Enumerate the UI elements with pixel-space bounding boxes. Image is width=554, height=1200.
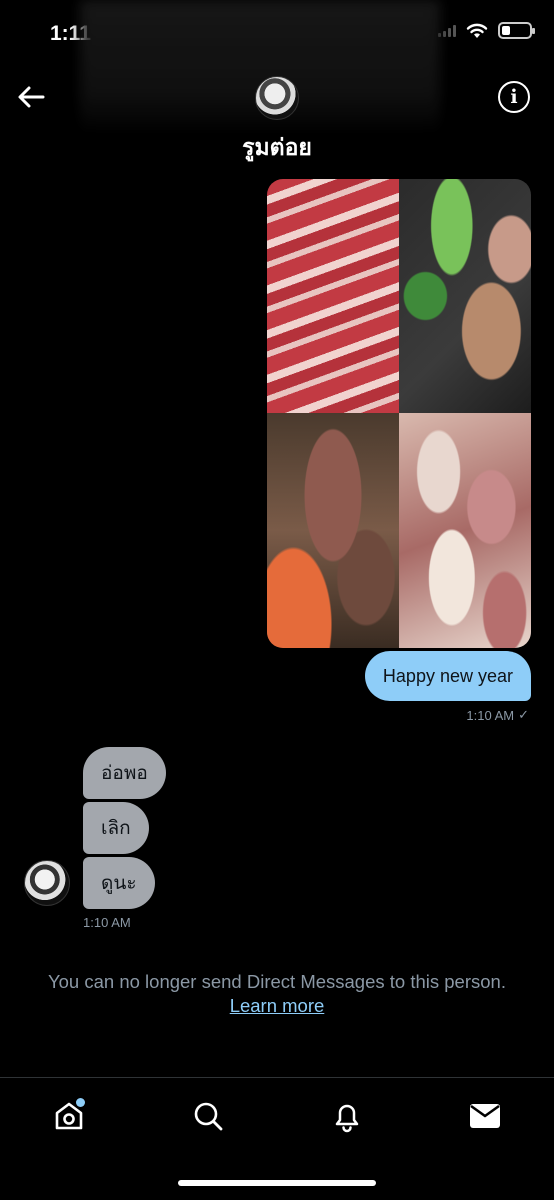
sent-message-text: Happy new year (382, 665, 513, 686)
home-indicator[interactable] (178, 1180, 376, 1186)
notice-text: You can no longer send Direct Messages t… (48, 971, 506, 992)
photo-thumbnail[interactable] (399, 413, 531, 648)
blurred-overlay (80, 0, 440, 135)
bell-icon (335, 1104, 359, 1133)
sent-message-meta: 1:10 AM ✓ (466, 707, 529, 723)
nav-search[interactable] (188, 1096, 228, 1136)
received-message-bubble[interactable]: เลิก (83, 802, 149, 854)
learn-more-link[interactable]: Learn more (0, 994, 554, 1018)
info-button[interactable]: i (498, 81, 530, 113)
received-message-bubble[interactable]: ดูนะ (83, 857, 155, 909)
sent-message-bubble[interactable]: Happy new year (364, 651, 531, 701)
read-check-icon: ✓ (518, 707, 529, 722)
nav-home[interactable] (49, 1096, 89, 1136)
photo-thumbnail[interactable] (399, 179, 531, 413)
sent-message-time: 1:10 AM (466, 707, 515, 723)
conversation-avatar[interactable] (255, 76, 299, 120)
received-message-bubble[interactable]: อ่อพอ (83, 747, 166, 799)
cellular-signal-icon (438, 24, 456, 37)
wifi-icon (466, 23, 488, 38)
nav-notifications[interactable] (327, 1096, 367, 1136)
sender-avatar[interactable] (24, 860, 70, 906)
photo-thumbnail[interactable] (267, 179, 399, 413)
photo-thumbnail[interactable] (267, 413, 399, 648)
photo-message[interactable] (267, 179, 531, 648)
dm-disabled-notice: You can no longer send Direct Messages t… (0, 970, 554, 1018)
status-icons (438, 22, 535, 39)
back-button[interactable] (14, 80, 48, 114)
received-message-time: 1:10 AM (83, 915, 131, 930)
mail-icon (470, 1104, 500, 1128)
conversation-name[interactable]: รูมต่อย (0, 130, 554, 166)
notification-dot (76, 1098, 85, 1107)
received-message-text: เลิก (101, 818, 131, 839)
search-icon (194, 1102, 223, 1131)
info-icon: i (510, 86, 518, 108)
battery-icon (498, 22, 535, 39)
received-message-text: อ่อพอ (101, 763, 148, 784)
arrow-left-icon (18, 86, 45, 108)
received-message-text: ดูนะ (101, 873, 137, 894)
nav-messages[interactable] (465, 1096, 505, 1136)
